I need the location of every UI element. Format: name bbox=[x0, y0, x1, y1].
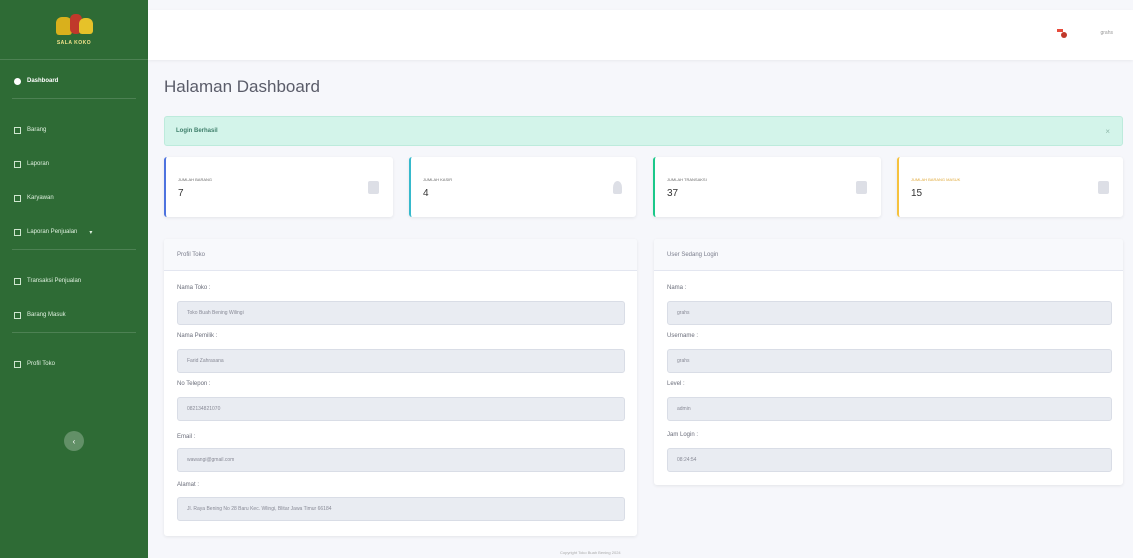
report-icon bbox=[14, 160, 21, 168]
stat-card-barang-masuk: Jumlah Barang Masuk 15 bbox=[897, 157, 1123, 217]
stat-value: 7 bbox=[178, 188, 184, 199]
dashboard-icon bbox=[14, 77, 21, 85]
username-field[interactable]: grahs bbox=[667, 349, 1112, 373]
notification-icon[interactable] bbox=[1057, 29, 1067, 38]
field-label: Jam Login : bbox=[667, 432, 699, 438]
sidebar-item-dashboard[interactable]: Dashboard bbox=[0, 66, 148, 96]
sidebar-item-label: Laporan bbox=[27, 161, 50, 167]
nama-toko-field[interactable]: Toko Buah Bening Wilingi bbox=[177, 301, 625, 325]
chevron-left-icon: ‹ bbox=[72, 436, 76, 446]
nama-pemilik-field[interactable]: Farid Zahrasana bbox=[177, 349, 625, 373]
sidebar-divider bbox=[12, 332, 136, 333]
stat-label: Jumlah Barang bbox=[178, 177, 213, 182]
jam-login-field[interactable]: 08:24:54 bbox=[667, 448, 1112, 472]
stat-value: 37 bbox=[667, 188, 679, 199]
brand[interactable]: SALA KOKO bbox=[0, 0, 148, 60]
level-field[interactable]: admin bbox=[667, 397, 1112, 421]
card-title: Profil Toko bbox=[164, 239, 637, 271]
box-icon bbox=[14, 126, 21, 134]
sidebar-item-barang[interactable]: Barang bbox=[0, 115, 148, 145]
nama-field[interactable]: grahs bbox=[667, 301, 1112, 325]
sidebar-item-barang-masuk[interactable]: Barang Masuk bbox=[0, 300, 148, 330]
sidebar-item-label: Barang bbox=[27, 127, 47, 133]
sidebar-item-label: Profil Toko bbox=[27, 361, 55, 367]
topbar: grahs bbox=[148, 10, 1133, 60]
sidebar-item-label: Barang Masuk bbox=[27, 312, 66, 318]
field-label: Username : bbox=[667, 333, 699, 339]
sidebar-divider bbox=[12, 249, 136, 250]
stat-card-barang: Jumlah Barang 7 bbox=[164, 157, 393, 217]
brand-name: SALA KOKO bbox=[56, 40, 92, 46]
sidebar-heading bbox=[0, 335, 148, 349]
cart-icon bbox=[14, 277, 21, 285]
stat-label: Jumlah Barang Masuk bbox=[911, 177, 961, 182]
sidebar: SALA KOKO Dashboard Barang Laporan Karya… bbox=[0, 0, 148, 558]
inbox-icon bbox=[14, 311, 21, 319]
sidebar-item-label: Laporan Penjualan bbox=[27, 229, 78, 235]
card-title: User Sedang Login bbox=[654, 239, 1123, 271]
no-telepon-field[interactable]: 082134821070 bbox=[177, 397, 625, 421]
alert-text: Login Berhasil bbox=[176, 128, 218, 134]
stat-label: Jumlah Transaksi bbox=[667, 177, 707, 182]
box-icon bbox=[368, 181, 379, 194]
sidebar-item-laporan-penjualan[interactable]: Laporan Penjualan ▾ bbox=[0, 217, 148, 247]
field-label: Email : bbox=[177, 434, 196, 440]
close-icon[interactable]: × bbox=[1105, 127, 1110, 136]
field-label: No Telepon : bbox=[177, 381, 211, 387]
receipt-icon bbox=[856, 181, 867, 194]
sidebar-item-label: Karyawan bbox=[27, 195, 54, 201]
sidebar-item-label: Transaksi Penjualan bbox=[27, 278, 82, 284]
stat-label: Jumlah Kasir bbox=[423, 177, 453, 182]
store-icon bbox=[14, 360, 21, 368]
sidebar-item-transaksi-penjualan[interactable]: Transaksi Penjualan bbox=[0, 266, 148, 296]
profil-toko-card: Profil Toko Nama Toko : Toko Buah Bening… bbox=[164, 239, 637, 536]
sidebar-heading bbox=[0, 252, 148, 266]
field-label: Alamat : bbox=[177, 482, 200, 488]
sidebar-item-label: Dashboard bbox=[27, 78, 59, 84]
email-field[interactable]: wawangi@gmail.com bbox=[177, 448, 625, 472]
sidebar-heading bbox=[0, 101, 148, 115]
field-label: Nama : bbox=[667, 285, 687, 291]
field-label: Nama Toko : bbox=[177, 285, 211, 291]
footer-copyright: Copyright Toko Buah Bening 2024 bbox=[560, 550, 621, 555]
sidebar-item-laporan[interactable]: Laporan bbox=[0, 149, 148, 179]
sidebar-divider bbox=[12, 98, 136, 99]
user-login-card: User Sedang Login Nama : grahs Username … bbox=[654, 239, 1123, 485]
document-icon bbox=[1098, 181, 1109, 194]
success-alert: Login Berhasil × bbox=[164, 116, 1123, 146]
stat-card-transaksi: Jumlah Transaksi 37 bbox=[653, 157, 881, 217]
stat-value: 4 bbox=[423, 188, 429, 199]
field-label: Nama Pemilik : bbox=[177, 333, 218, 339]
user-menu[interactable]: grahs bbox=[1100, 30, 1113, 36]
sidebar-toggle-button[interactable]: ‹ bbox=[64, 431, 84, 451]
field-label: Level : bbox=[667, 381, 685, 387]
chevron-down-icon: ▾ bbox=[89, 229, 93, 236]
page-title: Halaman Dashboard bbox=[164, 77, 320, 96]
brand-logo-icon bbox=[52, 13, 96, 37]
user-icon bbox=[613, 181, 622, 194]
sidebar-item-profil-toko[interactable]: Profil Toko bbox=[0, 349, 148, 379]
stat-value: 15 bbox=[911, 188, 923, 199]
stat-card-kasir: Jumlah Kasir 4 bbox=[409, 157, 636, 217]
sidebar-item-karyawan[interactable]: Karyawan bbox=[0, 183, 148, 213]
alamat-field[interactable]: Jl. Raya Bening No 28 Baru Kec. Wlingi, … bbox=[177, 497, 625, 521]
user-icon bbox=[14, 194, 21, 202]
sales-report-icon bbox=[14, 228, 21, 236]
